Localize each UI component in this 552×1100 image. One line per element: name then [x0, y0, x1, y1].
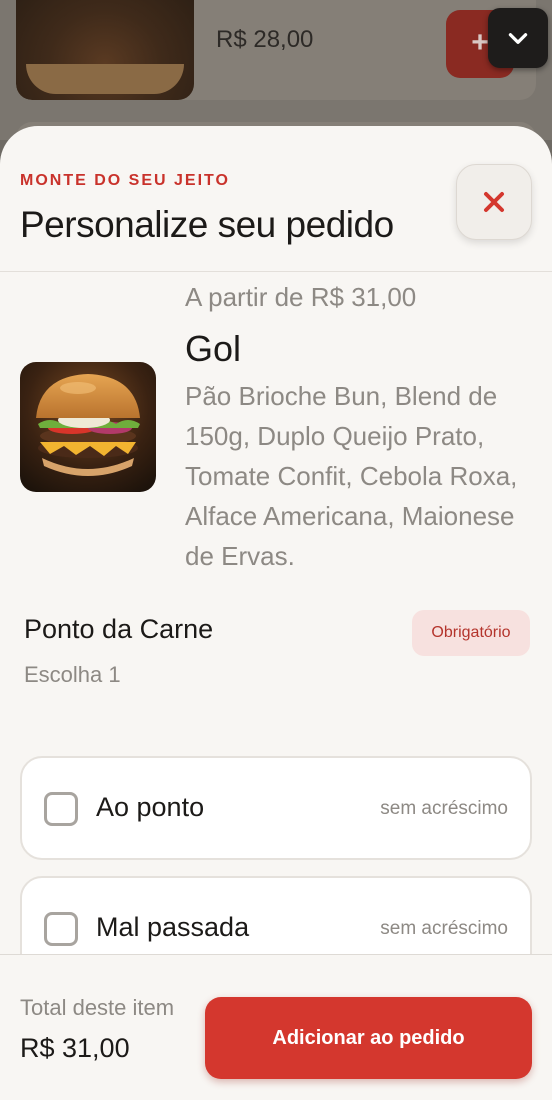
sheet-title: Personalize seu pedido — [20, 204, 394, 245]
customize-order-sheet: MONTE DO SEU JEITO Personalize seu pedid… — [0, 126, 552, 1100]
sheet-eyebrow: MONTE DO SEU JEITO — [20, 172, 230, 189]
total-value: R$ 31,00 — [20, 1033, 130, 1063]
required-badge: Obrigatório — [412, 610, 530, 656]
option-price: sem acréscimo — [380, 918, 508, 939]
product-description: Pão Brioche Bun, Blend de 150g, Duplo Qu… — [185, 381, 518, 571]
option-label: Ao ponto — [96, 792, 205, 822]
close-icon — [484, 192, 504, 212]
option-group-title: Ponto da Carne — [24, 614, 214, 644]
collapse-button[interactable] — [488, 8, 548, 68]
product-name: Gol — [185, 328, 242, 369]
option-price: sem acréscimo — [380, 798, 508, 819]
option-group-subtitle: Escolha 1 — [24, 662, 121, 687]
product-image — [20, 362, 156, 492]
background-menu-list: R$ 28,00 + — [0, 0, 552, 140]
sheet-header: MONTE DO SEU JEITO Personalize seu pedid… — [0, 126, 552, 272]
background-product-price: R$ 28,00 — [216, 26, 314, 53]
checkbox-icon[interactable] — [44, 912, 78, 946]
product-price-from: A partir de R$ 31,00 — [185, 282, 417, 312]
checkbox-icon[interactable] — [44, 792, 78, 826]
option-ao-ponto[interactable]: Ao ponto sem acréscimo — [20, 756, 532, 860]
close-button[interactable] — [456, 164, 532, 240]
chevron-down-icon — [508, 33, 528, 44]
background-product-image — [16, 0, 194, 100]
background-product-card: R$ 28,00 + — [16, 0, 536, 100]
total-label: Total deste item — [20, 995, 175, 1020]
sheet-footer: Total deste item R$ 31,00 Adicionar ao p… — [0, 954, 552, 1100]
add-to-order-button[interactable]: Adicionar ao pedido — [205, 997, 532, 1079]
option-label: Mal passada — [96, 912, 250, 942]
plus-icon: + — [471, 26, 489, 59]
